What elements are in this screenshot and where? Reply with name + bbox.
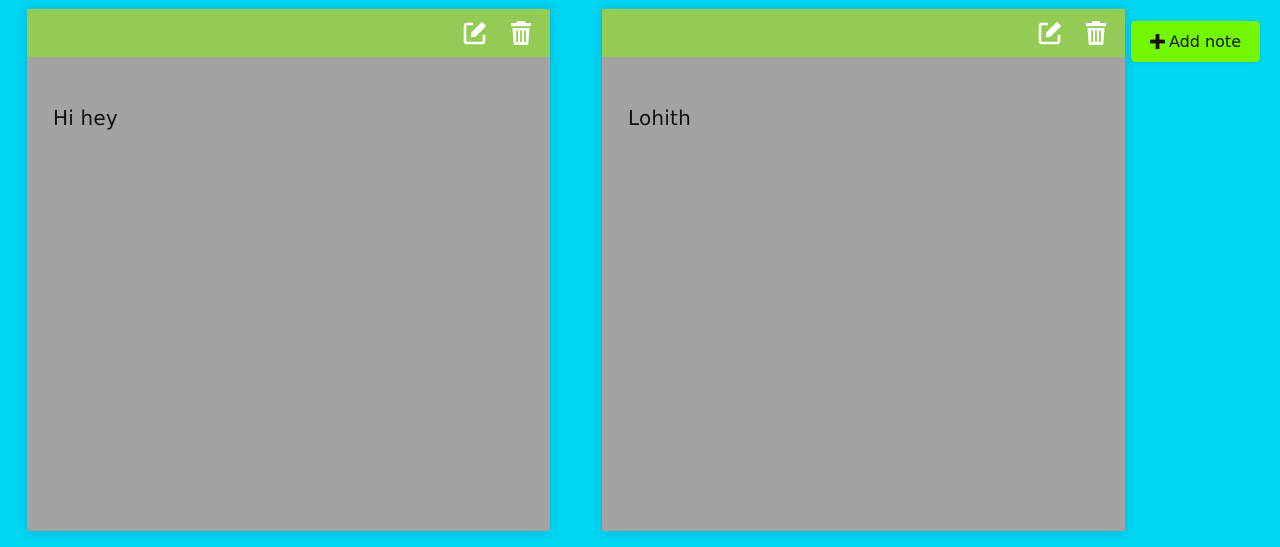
edit-note-button[interactable] (1037, 20, 1063, 46)
trash-icon (508, 20, 534, 46)
note-toolbar (602, 9, 1125, 57)
plus-icon (1149, 34, 1165, 49)
add-note-button[interactable]: Add note (1131, 21, 1260, 62)
note-text[interactable]: Lohith (628, 106, 691, 130)
delete-note-button[interactable] (1083, 20, 1109, 46)
trash-icon (1083, 20, 1109, 46)
note-text[interactable]: Hi hey (53, 106, 118, 130)
edit-icon (462, 20, 488, 46)
add-note-label: Add note (1168, 32, 1242, 51)
edit-icon (1037, 20, 1063, 46)
edit-note-button[interactable] (462, 20, 488, 46)
note-card: Hi hey (27, 9, 550, 531)
delete-note-button[interactable] (508, 20, 534, 46)
note-card: Lohith (602, 9, 1125, 531)
note-toolbar (27, 9, 550, 57)
